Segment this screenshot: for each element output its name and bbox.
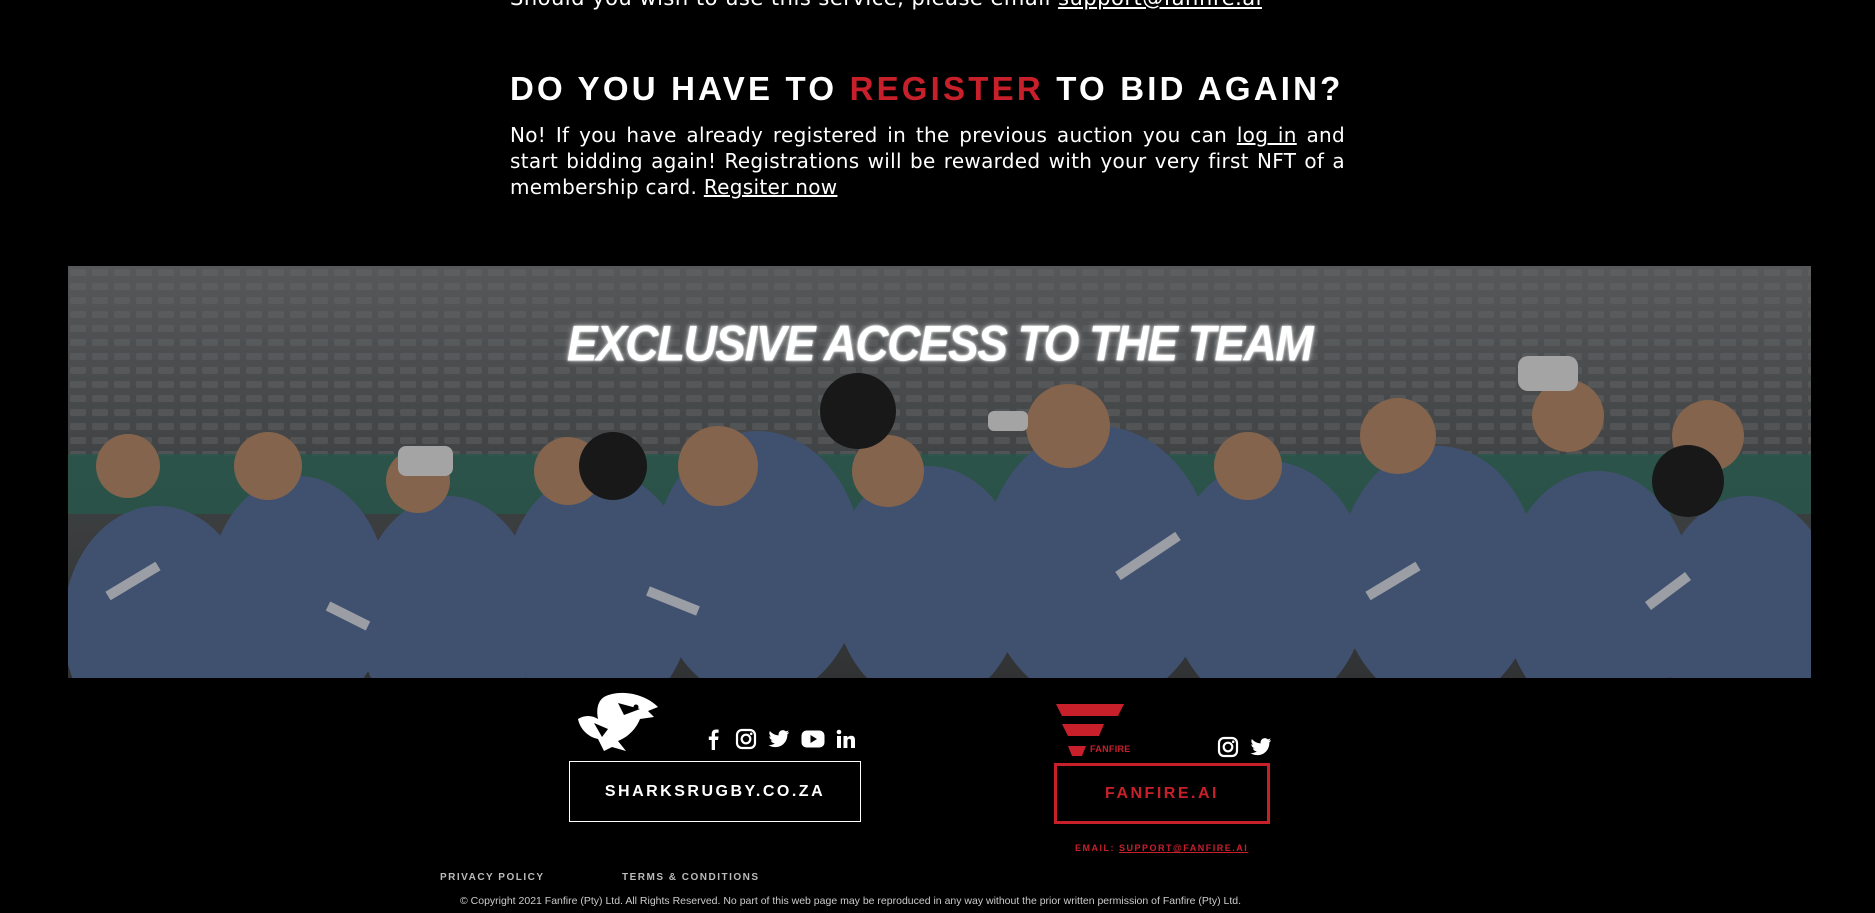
youtube-icon[interactable] [801,730,825,748]
faq-para-1: No! If you have already registered in th… [510,123,1237,147]
faq-heading: DO YOU HAVE TO REGISTER TO BID AGAIN? [510,70,1344,108]
footer-email: EMAIL: SUPPORT@FANFIRE.AI [1075,843,1248,853]
facebook-icon[interactable] [704,728,724,750]
faq-paragraph: No! If you have already registered in th… [510,122,1345,200]
terms-link[interactable]: TERMS & CONDITIONS [622,872,760,883]
sharksrugby-button[interactable]: SHARKSRUGBY.CO.ZA [569,761,861,822]
intro-text: Should you wish to use this service, ple… [510,0,1262,10]
banner-title: EXCLUSIVE ACCESS TO THE TEAM [566,314,1314,372]
fanfire-logo-text: FANFIRE [1090,744,1131,754]
faq-heading-part1: DO YOU HAVE TO [510,70,850,107]
linkedin-icon[interactable] [836,729,856,749]
register-link[interactable]: Regsiter now [704,175,838,199]
instagram-icon[interactable] [735,728,757,750]
instagram-icon[interactable] [1217,736,1239,758]
faq-heading-accent: REGISTER [849,70,1044,107]
intro-label: Should you wish to use this service, ple… [510,0,1058,10]
twitter-icon[interactable] [768,729,790,749]
fanfire-button[interactable]: FANFIRE.AI [1054,763,1270,824]
faq-heading-part2: TO BID AGAIN? [1043,70,1344,107]
team-banner: EXCLUSIVE ACCESS TO THE TEAM [68,266,1811,678]
login-link[interactable]: log in [1237,123,1297,147]
email-label: EMAIL: [1075,843,1119,853]
intro-email-link[interactable]: support@fanfire.ai [1058,0,1262,10]
fanfire-logo[interactable]: FANFIRE [1054,704,1136,758]
footer-email-link[interactable]: SUPPORT@FANFIRE.AI [1119,843,1248,853]
fanfire-social-row [1217,736,1283,758]
twitter-icon[interactable] [1250,737,1272,757]
sharks-logo[interactable] [574,689,662,753]
copyright-text: © Copyright 2021 Fanfire (Pty) Ltd. All … [460,895,1242,907]
privacy-policy-link[interactable]: PRIVACY POLICY [440,872,545,883]
sharks-social-row [704,728,867,750]
